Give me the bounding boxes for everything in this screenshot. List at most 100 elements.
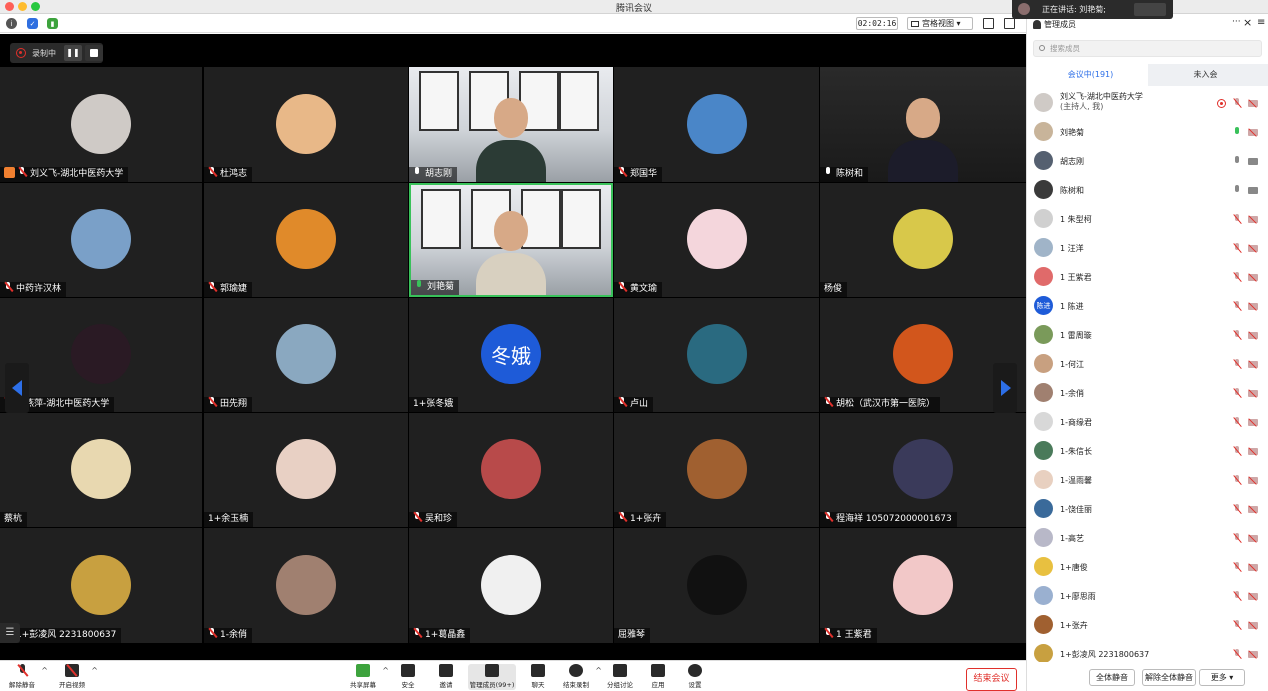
participant-tile[interactable]: 吴和珍 — [409, 413, 613, 527]
start-video-button[interactable]: 开启视频 ^ — [52, 664, 98, 689]
camera-off-icon[interactable] — [1248, 100, 1258, 107]
mic-muted-icon[interactable] — [1233, 649, 1242, 660]
mic-muted-icon[interactable] — [1233, 533, 1242, 544]
member-row[interactable]: 1-高艺 — [1027, 524, 1268, 553]
video-options-caret[interactable]: ^ — [91, 666, 98, 675]
participant-tile[interactable]: 刘义飞-湖北中医药大学 — [0, 67, 202, 182]
mic-muted-icon[interactable] — [1233, 272, 1242, 283]
mic-muted-icon[interactable] — [1233, 301, 1242, 312]
participant-tile[interactable]: 蔡杭 — [0, 413, 202, 527]
mic-muted-icon[interactable] — [1233, 359, 1242, 370]
tab-not-joined[interactable]: 未入会 — [1148, 64, 1263, 86]
breakout-rooms-button[interactable]: 分组讨论 — [600, 664, 640, 689]
camera-off-icon[interactable] — [1248, 593, 1258, 600]
camera-off-icon[interactable] — [1248, 419, 1258, 426]
camera-off-icon[interactable] — [1248, 477, 1258, 484]
camera-off-icon[interactable] — [1248, 448, 1258, 455]
participant-tile[interactable]: 1-余俏 — [204, 528, 408, 643]
security-button[interactable]: 安全 — [388, 664, 428, 689]
close-icon[interactable]: × — [1243, 16, 1252, 29]
stop-recording-button[interactable] — [85, 45, 103, 61]
mic-muted-icon[interactable] — [1233, 620, 1242, 631]
member-row[interactable]: 1-朱信长 — [1027, 437, 1268, 466]
camera-icon[interactable] — [1248, 187, 1258, 194]
member-row[interactable]: 1+廖思雨 — [1027, 582, 1268, 611]
participant-tile[interactable]: 郭瑜婕 — [204, 183, 408, 297]
mic-icon[interactable] — [1233, 156, 1242, 167]
mic-icon[interactable] — [1233, 185, 1242, 196]
participant-tile[interactable]: 冬娥 1+张冬娥 — [409, 298, 613, 412]
mic-muted-icon[interactable] — [1233, 475, 1242, 486]
member-row[interactable]: 1-何江 — [1027, 350, 1268, 379]
mic-muted-icon[interactable] — [1233, 446, 1242, 457]
member-row[interactable]: 1+唐俊 — [1027, 553, 1268, 582]
participant-tile[interactable]: 杜鸿志 — [204, 67, 408, 182]
more-options-button[interactable]: 更多 ▾ — [1199, 669, 1245, 686]
member-row[interactable]: 1+张卉 — [1027, 611, 1268, 640]
participant-tile[interactable]: 1+张卉 — [614, 413, 819, 527]
participant-tile[interactable]: 胡志刚 — [409, 67, 613, 182]
manage-members-button[interactable]: 管理成员(99+) — [468, 664, 516, 690]
member-row[interactable]: 1 王紫君 — [1027, 263, 1268, 292]
participant-tile[interactable]: 刘艳菊 — [409, 183, 613, 297]
unmute-all-button[interactable]: 解除全体静音 — [1142, 669, 1196, 686]
member-row[interactable]: 1 雷周璇 — [1027, 321, 1268, 350]
apps-button[interactable]: 应用 — [638, 664, 678, 689]
mic-muted-icon[interactable] — [1233, 330, 1242, 341]
camera-off-icon[interactable] — [1248, 564, 1258, 571]
prev-page-button[interactable] — [5, 363, 29, 413]
mic-icon[interactable] — [1233, 127, 1242, 138]
participant-tile[interactable]: 屈雅琴 — [614, 528, 819, 643]
participant-tile[interactable]: 黄文瑜 — [614, 183, 819, 297]
menu-icon[interactable]: ≡ — [1257, 17, 1265, 28]
member-row[interactable]: 陈树和 — [1027, 176, 1268, 205]
unmute-button[interactable]: 解除静音 ^ — [2, 664, 48, 689]
end-recording-button[interactable]: 结束录制 ^ — [556, 664, 602, 689]
signal-icon[interactable]: ▮ — [47, 18, 58, 29]
mic-muted-icon[interactable] — [1233, 243, 1242, 254]
chat-button[interactable]: 聊天 — [518, 664, 558, 689]
mic-muted-icon[interactable] — [1233, 417, 1242, 428]
mic-muted-icon[interactable] — [1233, 562, 1242, 573]
pause-recording-button[interactable]: ❚❚ — [64, 45, 82, 61]
mic-muted-icon[interactable] — [1233, 214, 1242, 225]
participant-tile[interactable]: 周燕萍-湖北中医药大学 — [0, 298, 202, 412]
list-toggle-icon[interactable]: ☰ — [0, 623, 20, 643]
settings-button[interactable]: 设置 — [675, 664, 715, 689]
camera-off-icon[interactable] — [1248, 216, 1258, 223]
participant-tile[interactable]: 杨俊 — [820, 183, 1026, 297]
next-page-button[interactable] — [993, 363, 1017, 413]
camera-off-icon[interactable] — [1248, 506, 1258, 513]
participant-tile[interactable]: 程海祥 105072000001673 — [820, 413, 1026, 527]
member-row[interactable]: 胡志刚 — [1027, 147, 1268, 176]
mic-muted-icon[interactable] — [1233, 388, 1242, 399]
invite-button[interactable]: 邀请 — [426, 664, 466, 689]
participant-tile[interactable]: 卢山 — [614, 298, 819, 412]
participant-tile[interactable]: 1+葛晶鑫 — [409, 528, 613, 643]
camera-off-icon[interactable] — [1248, 129, 1258, 136]
mic-muted-icon[interactable] — [1233, 504, 1242, 515]
participant-tile[interactable]: 1+余玉楠 — [204, 413, 408, 527]
member-row[interactable]: 刘义飞-湖北中医药大学 (主持人, 我) — [1027, 89, 1268, 118]
member-row[interactable]: 1-余俏 — [1027, 379, 1268, 408]
camera-off-icon[interactable] — [1248, 303, 1258, 310]
camera-off-icon[interactable] — [1248, 390, 1258, 397]
info-icon[interactable]: i — [6, 18, 17, 29]
camera-off-icon[interactable] — [1248, 332, 1258, 339]
camera-off-icon[interactable] — [1248, 651, 1258, 658]
camera-off-icon[interactable] — [1248, 622, 1258, 629]
member-search-input[interactable]: 搜索成员 — [1033, 40, 1262, 57]
camera-off-icon[interactable] — [1248, 245, 1258, 252]
member-row[interactable]: 1-温雨馨 — [1027, 466, 1268, 495]
participant-tile[interactable]: 中药许汉林 — [0, 183, 202, 297]
member-row[interactable]: 1-饶佳丽 — [1027, 495, 1268, 524]
tab-in-meeting[interactable]: 会议中(191) — [1033, 64, 1148, 86]
member-row[interactable]: 刘艳菊 — [1027, 118, 1268, 147]
fullscreen-icon[interactable] — [983, 18, 994, 29]
side-panel-icon[interactable] — [1004, 18, 1015, 29]
mute-options-caret[interactable]: ^ — [41, 666, 48, 675]
camera-off-icon[interactable] — [1248, 361, 1258, 368]
camera-off-icon[interactable] — [1248, 535, 1258, 542]
member-row[interactable]: 陈进 1 陈进 — [1027, 292, 1268, 321]
end-meeting-button[interactable]: 结束会议 — [966, 668, 1017, 691]
